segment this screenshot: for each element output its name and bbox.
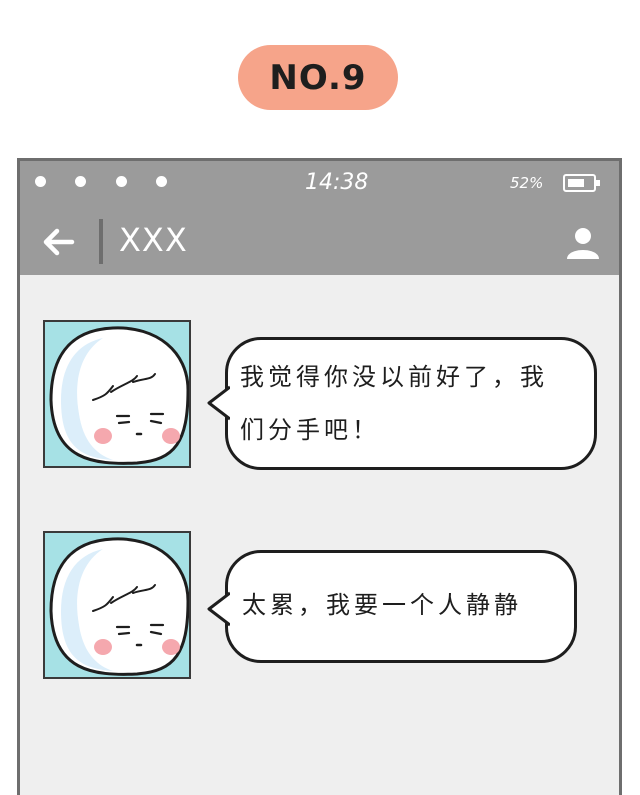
contact-name: XXX xyxy=(119,221,188,259)
signal-dot xyxy=(35,176,46,187)
message-text-line: 们分手吧！ xyxy=(240,416,380,444)
episode-label: NO.9 xyxy=(269,57,367,98)
signal-dot xyxy=(116,176,127,187)
message-bubble[interactable]: 我觉得你没以前好了，我 们分手吧！ xyxy=(207,337,597,470)
contact-avatar[interactable] xyxy=(43,531,191,679)
sad-face-avatar-icon xyxy=(49,537,189,676)
back-arrow-icon[interactable] xyxy=(42,225,76,259)
signal-dot xyxy=(75,176,86,187)
battery-icon xyxy=(563,174,600,192)
chat-header: XXX xyxy=(20,209,619,275)
message-text-line: 我觉得你没以前好了，我 xyxy=(240,363,548,391)
battery-percent: 52% xyxy=(510,174,544,192)
signal-dot xyxy=(156,176,167,187)
sad-face-avatar-icon xyxy=(49,326,189,465)
chat-area: 我觉得你没以前好了，我 们分手吧！ 太累，我要一个人静静 xyxy=(20,275,619,795)
bubble-tail xyxy=(207,591,230,627)
bubble-tail xyxy=(207,385,230,421)
contact-avatar[interactable] xyxy=(43,320,191,468)
status-bar: 14:38 52% xyxy=(20,161,619,209)
header-divider xyxy=(99,219,103,264)
phone-frame: 14:38 52% XXX 我觉得你没以前好了，我 们分手吧！ 太累，我要一个人… xyxy=(17,158,622,795)
user-icon[interactable] xyxy=(565,225,601,261)
message-bubble[interactable]: 太累，我要一个人静静 xyxy=(207,550,577,663)
episode-badge: NO.9 xyxy=(238,45,398,110)
status-time: 14:38 xyxy=(305,170,369,195)
message-text-line: 太累，我要一个人静静 xyxy=(242,591,522,619)
